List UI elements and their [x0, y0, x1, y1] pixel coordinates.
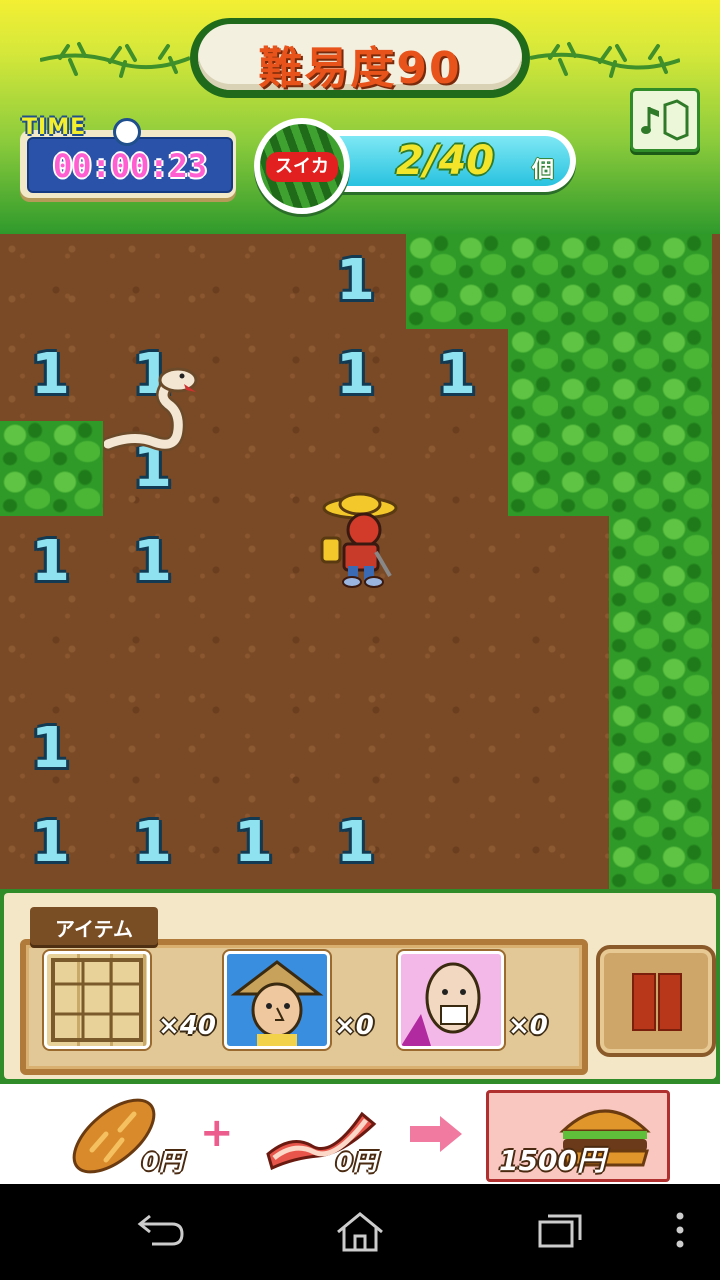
- difficulty-title-plate: 難易度90: [190, 18, 530, 98]
- difficulty-title: 難易度90: [258, 43, 462, 94]
- item-slot-old-man[interactable]: [398, 951, 504, 1049]
- farmer-player: [320, 492, 398, 588]
- field-number: 1: [336, 248, 375, 313]
- watermelon-label: スイカ: [266, 152, 338, 182]
- grass-cell: [508, 234, 611, 329]
- item-tab-label: アイテム: [55, 917, 133, 941]
- burger-offer[interactable]: 1500円: [486, 1090, 670, 1182]
- clock-icon: [113, 118, 141, 146]
- burger-price: 1500円: [499, 1144, 605, 1177]
- old-man-portrait-icon: [401, 962, 481, 1046]
- field-number: 1: [133, 810, 172, 875]
- field-number: 1: [234, 810, 273, 875]
- grass-cell: [609, 421, 712, 516]
- grass-cell: [609, 515, 712, 610]
- grass-cell: [609, 328, 712, 423]
- item-count-wooden-board: ×40: [158, 1011, 216, 1041]
- time-label: TIME: [22, 115, 87, 140]
- game-field[interactable]: 1111111111111: [0, 234, 720, 889]
- grass-cell: [609, 796, 712, 889]
- recent-apps-icon[interactable]: [536, 1210, 584, 1250]
- field-number: 1: [31, 342, 70, 407]
- farmer-portrait-icon: [230, 960, 324, 1046]
- grass-cell: [508, 421, 611, 516]
- field-number: 1: [437, 342, 476, 407]
- home-icon[interactable]: [334, 1210, 386, 1254]
- vine-decoration-right: [530, 42, 680, 78]
- vine-decoration-left: [40, 42, 190, 78]
- field-number: 1: [336, 810, 375, 875]
- ad-banner[interactable]: 0円 + 0円 1500円: [0, 1084, 720, 1184]
- item-count-old-man: ×0: [508, 1011, 548, 1041]
- grass-cell: [0, 421, 103, 516]
- plus-icon: +: [200, 1110, 234, 1156]
- sound-toggle-button[interactable]: [630, 88, 700, 152]
- field-number: 1: [31, 529, 70, 594]
- grass-cell: [609, 234, 712, 329]
- grass-cell: [508, 328, 611, 423]
- game-header: 難易度90 00:00:23 TIME 2/40 個 スイカ: [0, 0, 720, 234]
- grass-cell: [406, 234, 509, 329]
- field-number: 1: [133, 529, 172, 594]
- back-icon[interactable]: [136, 1210, 186, 1250]
- watermelon-count: 2/40: [396, 138, 495, 184]
- grass-cell: [609, 702, 712, 797]
- item-panel: アイテム ×40 ×0 ×0: [0, 889, 720, 1084]
- bacon-price: 0円: [336, 1148, 377, 1176]
- item-count-farmer: ×0: [334, 1011, 374, 1041]
- item-slot-farmer[interactable]: [224, 951, 330, 1049]
- pause-icon: [632, 973, 656, 1031]
- grass-cell: [609, 608, 712, 703]
- snake-enemy: [104, 367, 198, 452]
- time-value: 00:00:23: [52, 147, 208, 185]
- android-nav-bar: [0, 1184, 720, 1280]
- item-slot-wooden-board[interactable]: [44, 951, 150, 1049]
- sound-icon: [641, 99, 689, 141]
- wooden-board-icon: [51, 958, 143, 1042]
- watermelon-unit: 個: [532, 158, 555, 183]
- item-tab: アイテム: [30, 907, 158, 945]
- arrow-right-icon: [410, 1116, 462, 1152]
- field-number: 1: [31, 716, 70, 781]
- field-number: 1: [336, 342, 375, 407]
- field-number: 1: [31, 810, 70, 875]
- pause-icon-bar: [658, 973, 682, 1031]
- watermelon-icon: スイカ: [254, 118, 350, 214]
- bread-price: 0円: [142, 1148, 183, 1176]
- menu-dots-icon[interactable]: [672, 1210, 688, 1250]
- pause-button[interactable]: [596, 945, 716, 1057]
